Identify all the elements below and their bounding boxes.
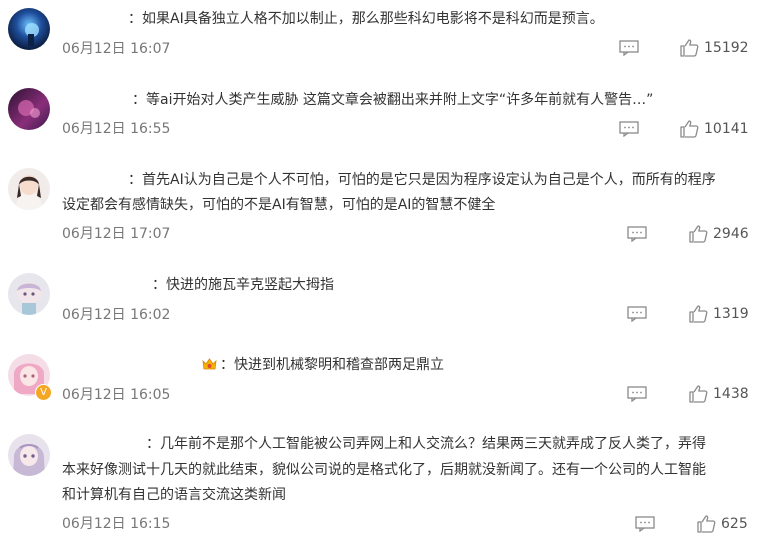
like-count: 10141 — [704, 121, 749, 137]
comment-item: V ：快进到机械黎明和稽查部两足鼎立 06月12日 16:05 1438 — [0, 342, 760, 422]
reply-icon[interactable] — [635, 516, 655, 532]
like-count: 1319 — [713, 306, 749, 322]
comment-time: 06月12日 16:07 — [62, 41, 171, 57]
avatar[interactable] — [8, 8, 50, 50]
comment-text: ：如果AI具备独立人格不加以制止，那么那些科幻电影将不是科幻而是预言。 — [128, 11, 604, 27]
comment-time: 06月12日 17:07 — [62, 226, 171, 242]
avatar[interactable] — [8, 88, 50, 130]
comment-time: 06月12日 16:05 — [62, 387, 171, 403]
comment-item: ：如果AI具备独立人格不加以制止，那么那些科幻电影将不是科幻而是预言。 06月1… — [0, 0, 760, 80]
like-count: 2946 — [713, 226, 749, 242]
comment-text: ：快进的施瓦辛克竖起大拇指 — [152, 277, 334, 293]
thumbs-up-icon[interactable] — [697, 515, 716, 533]
avatar[interactable] — [8, 168, 50, 210]
comment-time: 06月12日 16:02 — [62, 307, 171, 323]
reply-icon[interactable] — [627, 226, 647, 242]
thumbs-up-icon[interactable] — [689, 385, 708, 403]
comment-item: ：首先AI认为自己是个人不可怕，可怕的是它只是因为程序设定认为自己是个人，而所有… — [0, 160, 760, 260]
verified-badge: V — [35, 384, 52, 401]
avatar[interactable] — [8, 434, 50, 476]
comment-text-content: ：快进到机械黎明和稽查部两足鼎立 — [220, 357, 444, 373]
comment-text-line: 和计算机有自己的语言交流这类新闻 — [62, 487, 286, 503]
thumbs-up-icon[interactable] — [689, 305, 708, 323]
thumbs-up-icon[interactable] — [680, 39, 699, 57]
reply-icon[interactable] — [619, 40, 639, 56]
like-count: 15192 — [704, 40, 749, 56]
comment-text: ：等ai开始对人类产生威胁 这篇文章会被翻出来并附上文字“许多年前就有人警告…” — [132, 92, 654, 108]
comment-time: 06月12日 16:55 — [62, 121, 171, 137]
comment-text: ：几年前不是那个人工智能被公司弄网上和人交流么？结果两三天就弄成了反人类了，弄得 — [146, 436, 706, 452]
like-count: 625 — [721, 516, 748, 532]
comment-item: ：等ai开始对人类产生威胁 这篇文章会被翻出来并附上文字“许多年前就有人警告…”… — [0, 80, 760, 160]
avatar[interactable] — [8, 273, 50, 315]
thumbs-up-icon[interactable] — [680, 120, 699, 138]
thumbs-up-icon[interactable] — [689, 225, 708, 243]
reply-icon[interactable] — [627, 306, 647, 322]
reply-icon[interactable] — [627, 386, 647, 402]
medal-badge-icon — [201, 356, 218, 370]
reply-icon[interactable] — [619, 121, 639, 137]
comment-text-line: 设定都会有感情缺失，可怕的不是AI有智慧，可怕的是AI的智慧不健全 — [62, 197, 496, 213]
comment-text: ：首先AI认为自己是个人不可怕，可怕的是它只是因为程序设定认为自己是个人，而所有… — [128, 172, 716, 188]
comment-text-line: 本来好像测试十几天的就此结束，貌似公司说的是格式化了，后期就没新闻了。还有一个公… — [62, 462, 706, 478]
comment-item: ：快进的施瓦辛克竖起大拇指 06月12日 16:02 1319 — [0, 260, 760, 342]
like-count: 1438 — [713, 386, 749, 402]
comment-item: ：几年前不是那个人工智能被公司弄网上和人交流么？结果两三天就弄成了反人类了，弄得… — [0, 422, 760, 546]
comment-time: 06月12日 16:15 — [62, 516, 171, 532]
comment-text: ：快进到机械黎明和稽查部两足鼎立 — [201, 354, 444, 376]
